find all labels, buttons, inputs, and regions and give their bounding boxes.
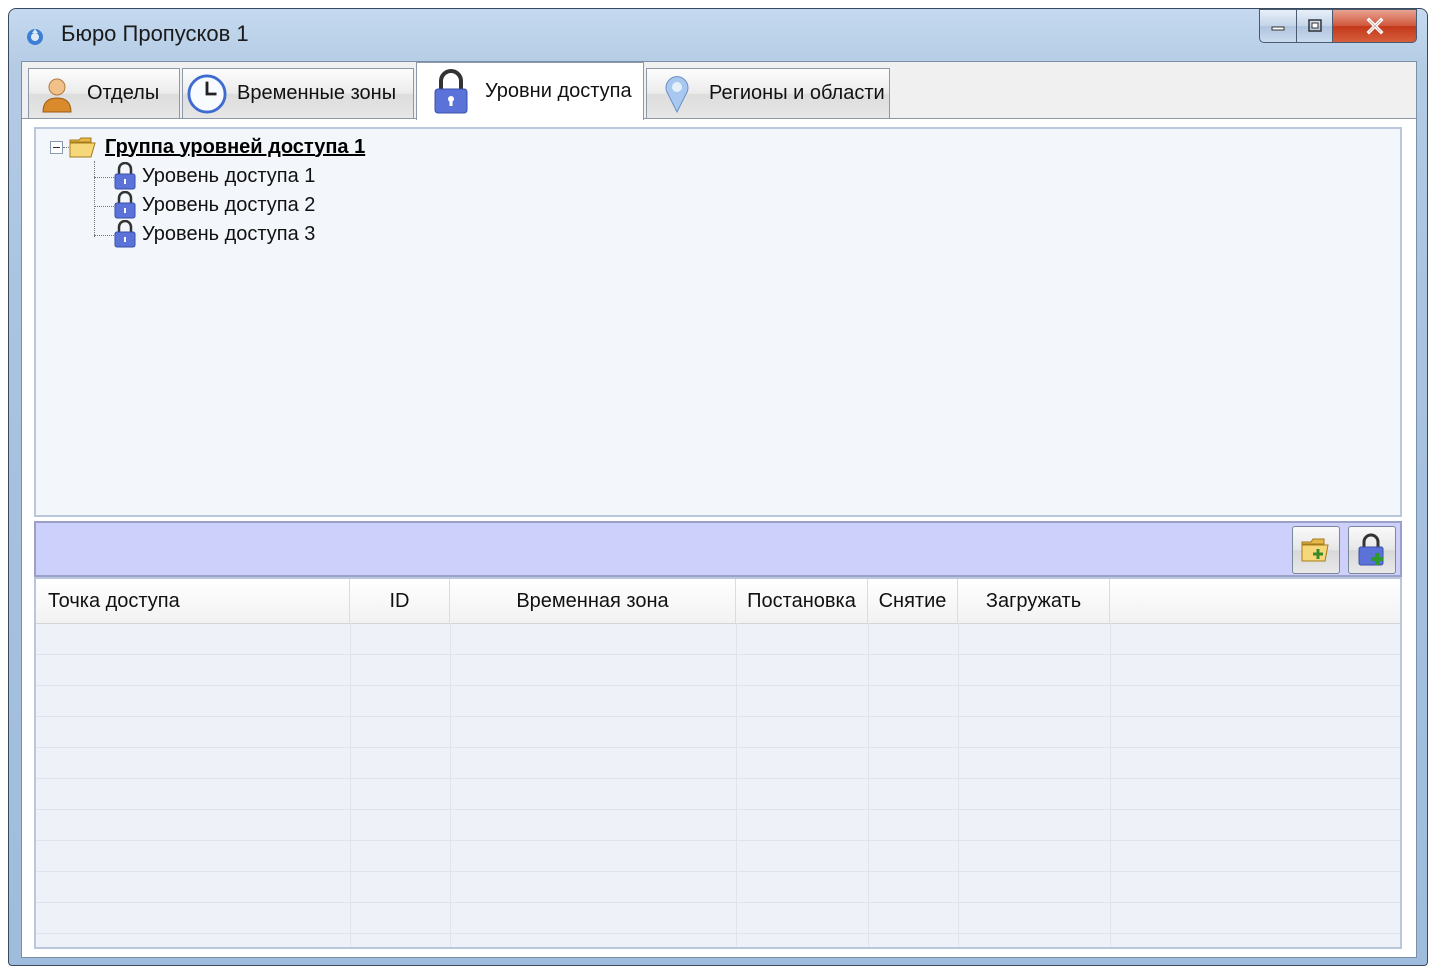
minimize-icon (1271, 26, 1285, 31)
column-header-time-zone[interactable]: Временная зона (450, 579, 736, 623)
tab-time-zones[interactable]: Временные зоны (182, 68, 414, 118)
access-points-table[interactable]: Точка доступа ID Временная зона Постанов… (34, 577, 1402, 949)
app-icon (27, 29, 43, 45)
folder-add-icon (1301, 538, 1329, 562)
tab-regions[interactable]: Регионы и области (646, 68, 890, 118)
padlock-add-icon (1358, 533, 1384, 566)
tree-item[interactable]: Уровень доступа 1 (114, 162, 315, 190)
tab-strip: Отделы Временные зоны Уровни доступа Рег… (22, 62, 1416, 120)
tab-label: Уровни доступа (485, 80, 632, 102)
restore-icon (1307, 19, 1322, 32)
window-title: Бюро Пропусков 1 (61, 21, 249, 46)
tree-item-label: Уровень доступа 1 (142, 164, 316, 187)
tab-label: Отделы (87, 82, 160, 104)
padlock-icon (114, 162, 136, 190)
padlock-icon (114, 191, 136, 219)
grid-line (36, 747, 1400, 748)
column-header-access-point[interactable]: Точка доступа (36, 579, 350, 623)
open-folder-icon (69, 137, 96, 158)
clock-icon (187, 73, 227, 114)
column-header-disarming[interactable]: Снятие (868, 579, 958, 623)
close-icon (1366, 17, 1383, 35)
tree-group-label: Группа уровней доступа 1 (105, 135, 366, 158)
grid-line (36, 685, 1400, 686)
grid-line (36, 902, 1400, 903)
grid-line (36, 871, 1400, 872)
app-window: Бюро Пропусков 1 Отделы Временные зоны У… (8, 8, 1428, 966)
access-level-tree[interactable]: Группа уровней доступа 1 Уровень доступа… (34, 127, 1402, 517)
padlock-icon (434, 68, 468, 113)
add-group-button[interactable] (1292, 526, 1340, 574)
padlock-icon (114, 220, 136, 248)
grid-line (36, 933, 1400, 934)
column-header-arming[interactable]: Постановка (736, 579, 868, 623)
minimize-button[interactable] (1259, 9, 1297, 43)
collapse-toggle[interactable] (50, 140, 63, 154)
tree-item[interactable]: Уровень доступа 2 (114, 191, 315, 219)
grid-line (36, 840, 1400, 841)
tree-item-label: Уровень доступа 2 (142, 193, 316, 216)
tree-connector (94, 206, 114, 207)
grid-line (36, 809, 1400, 810)
maximize-button[interactable] (1297, 9, 1333, 43)
grid-line (736, 623, 737, 947)
grid-line (868, 623, 869, 947)
title-bar[interactable]: Бюро Пропусков 1 (9, 9, 1427, 63)
map-pin-icon (665, 75, 689, 113)
tab-departments[interactable]: Отделы (28, 68, 180, 118)
grid-line (36, 716, 1400, 717)
column-header-load[interactable]: Загружать (958, 579, 1110, 623)
person-icon (42, 78, 72, 112)
table-header: Точка доступа ID Временная зона Постанов… (36, 579, 1400, 624)
close-button[interactable] (1333, 9, 1417, 43)
tree-connector (94, 235, 114, 236)
tree-connector (94, 177, 114, 178)
tab-panel-access-levels: Группа уровней доступа 1 Уровень доступа… (22, 118, 1416, 957)
tree-connector (94, 161, 95, 237)
column-header-id[interactable]: ID (350, 579, 450, 623)
grid-line (1110, 623, 1111, 947)
tree-item-label: Уровень доступа 3 (142, 222, 316, 245)
tree-item[interactable]: Уровень доступа 3 (114, 220, 315, 248)
client-area: Отделы Временные зоны Уровни доступа Рег… (21, 61, 1417, 958)
grid-line (350, 623, 351, 947)
access-points-toolbar (34, 521, 1402, 577)
tab-access-levels[interactable]: Уровни доступа (416, 62, 644, 120)
grid-line (958, 623, 959, 947)
grid-line (36, 654, 1400, 655)
tab-label: Временные зоны (237, 82, 397, 104)
grid-line (450, 623, 451, 947)
tab-label: Регионы и области (709, 82, 885, 104)
grid-line (36, 778, 1400, 779)
add-access-level-button[interactable] (1348, 526, 1396, 574)
tree-group-node[interactable]: Группа уровней доступа 1 (50, 133, 365, 161)
